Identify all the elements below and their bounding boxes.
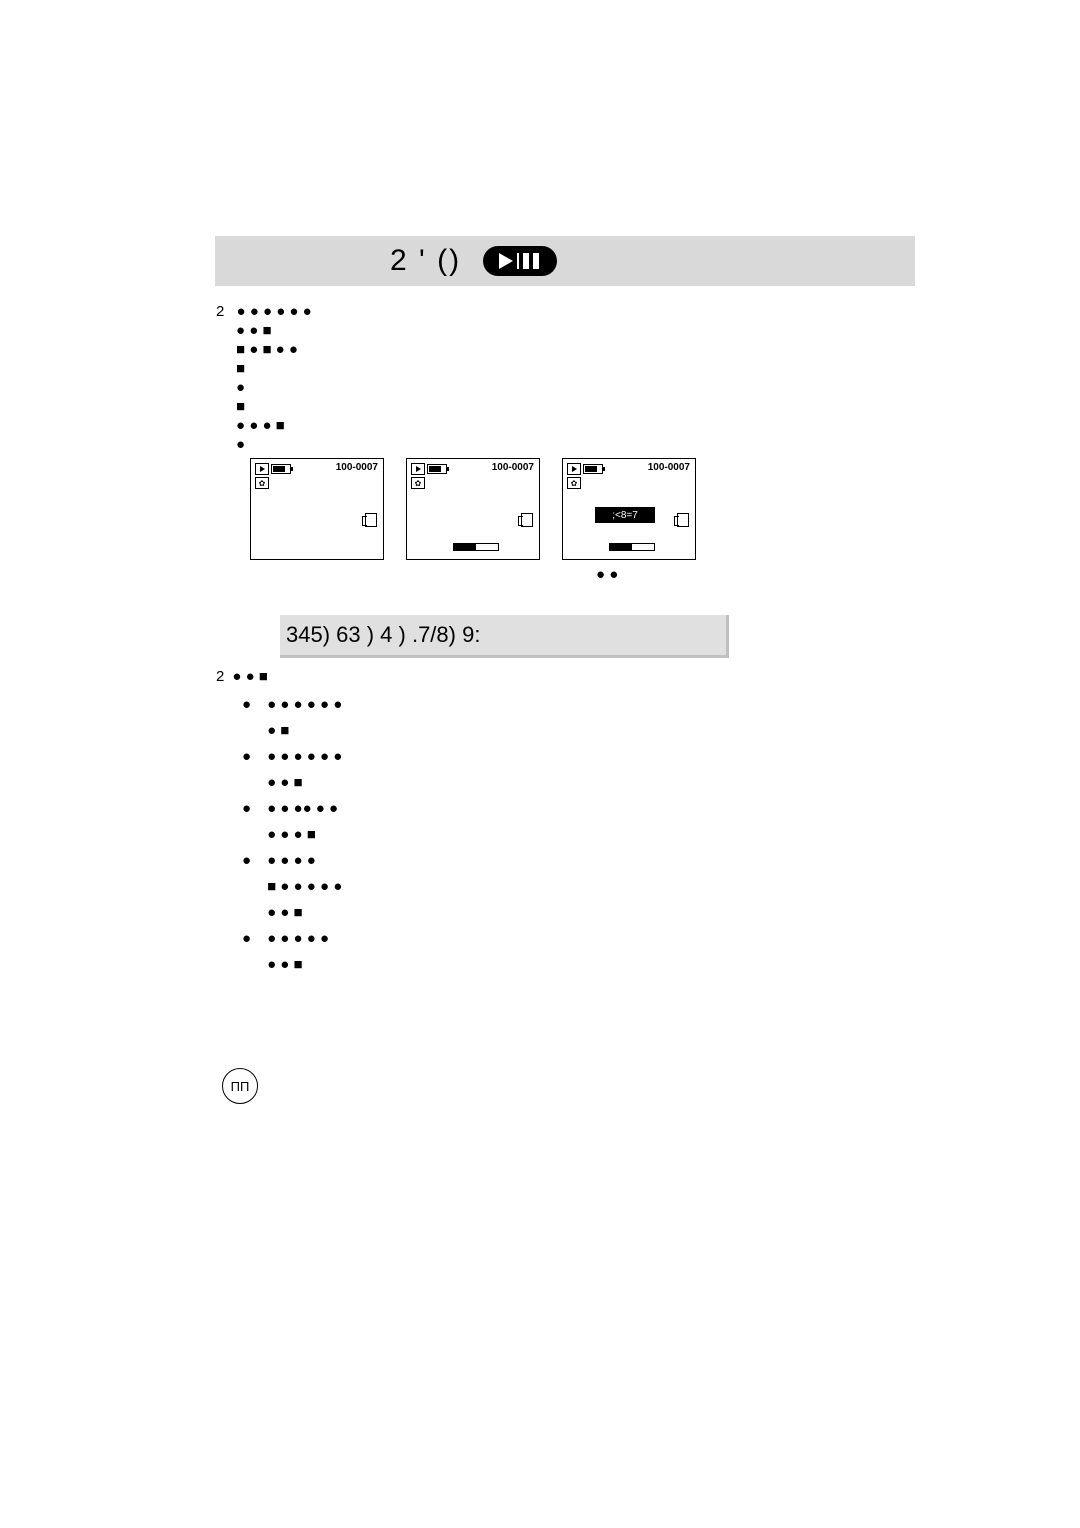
body-text-1: 2 ● ● ● ● ● ● ● ● ■ ■ ● ■ ● ● ■ ● ■ ● ● …	[216, 302, 312, 454]
play-indicator-icon	[567, 463, 581, 475]
play-pause-icon	[483, 246, 557, 276]
lcd-panel-3: 100-0007 ✿ ;<8=7	[562, 458, 696, 560]
battery-icon	[583, 464, 603, 474]
card-door-icon	[365, 513, 377, 527]
definition-table: ● ● ● ● ● ● ● ● ■ ● ● ● ● ● ● ● ● ● ■ ● …	[236, 692, 348, 978]
card-door-icon	[677, 513, 689, 527]
play-indicator-icon	[411, 463, 425, 475]
page-number: ПП	[222, 1068, 258, 1104]
pause-banner: ;<8=7	[595, 507, 655, 523]
section-header-1-text: 2 ' ()	[390, 244, 461, 278]
section-header-1: 2 ' ()	[215, 236, 915, 286]
lcd-panels: 100-0007 ✿ 100-0007 ✿ 100-0007 ✿ ;<8=7	[250, 458, 696, 560]
progress-bar	[453, 543, 499, 551]
progress-bar	[609, 543, 655, 551]
body-text-2: 2● ● ■ ● ● ● ● ● ● ● ● ■ ● ● ● ● ● ● ● ●…	[216, 666, 348, 978]
card-door-icon	[521, 513, 533, 527]
battery-icon	[427, 464, 447, 474]
macro-icon: ✿	[255, 477, 269, 489]
battery-icon	[271, 464, 291, 474]
play-indicator-icon	[255, 463, 269, 475]
section-header-2-text: 345) 63 ) 4 ) .7/8) 9:	[280, 615, 729, 658]
macro-icon: ✿	[567, 477, 581, 489]
section-header-2: 345) 63 ) 4 ) .7/8) 9:	[280, 615, 729, 658]
image-number: 100-0007	[648, 462, 690, 473]
lcd-panel-1: 100-0007 ✿	[250, 458, 384, 560]
macro-icon: ✿	[411, 477, 425, 489]
panel-caption: ● ●	[596, 566, 618, 583]
image-number: 100-0007	[492, 462, 534, 473]
image-number: 100-0007	[336, 462, 378, 473]
lcd-panel-2: 100-0007 ✿	[406, 458, 540, 560]
